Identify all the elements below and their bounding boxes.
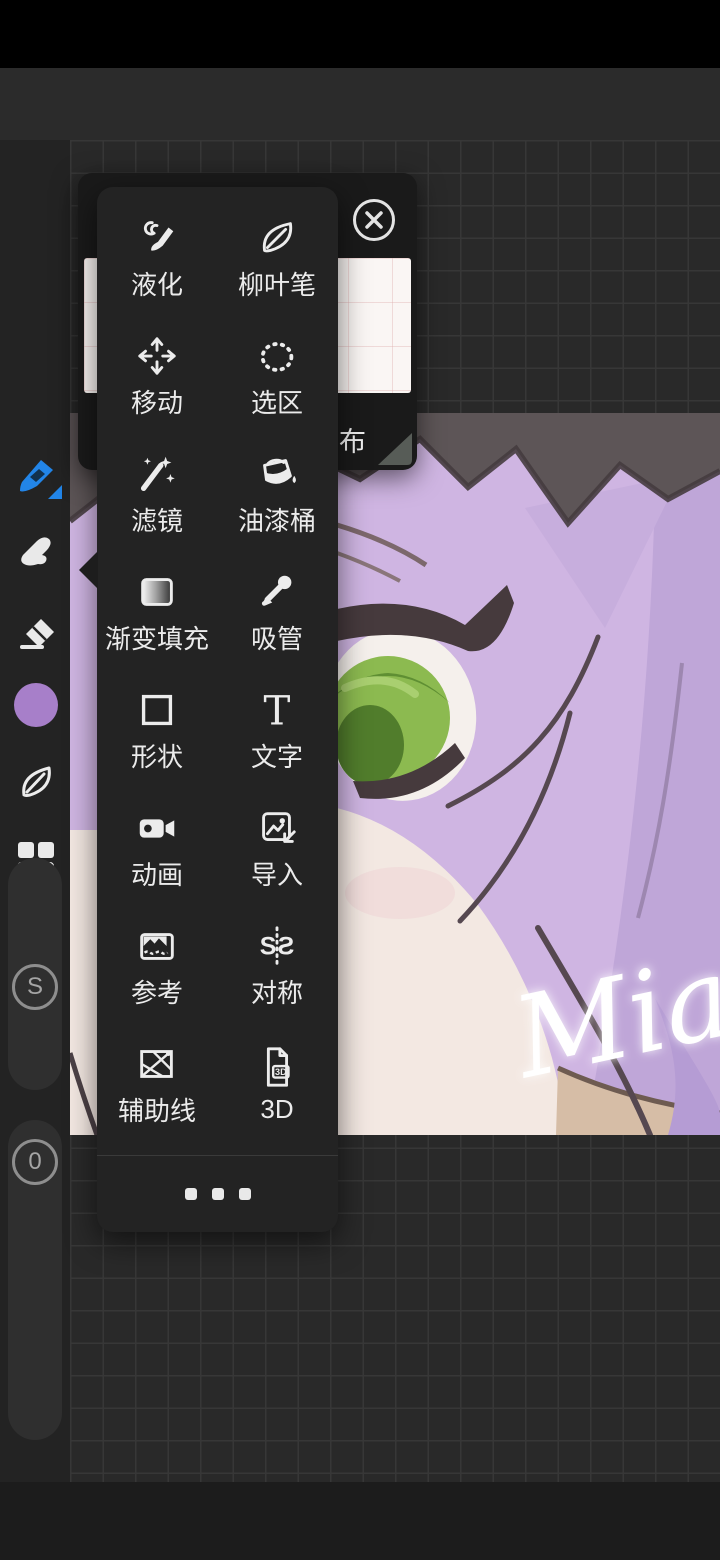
smudge-finger-icon [21, 537, 51, 566]
eraser-icon [20, 619, 54, 649]
android-nav-bar [0, 1482, 720, 1560]
tool-selection[interactable]: 选区 [217, 317, 337, 435]
tool-eyedropper[interactable]: 吸管 [217, 553, 337, 671]
close-tools-button[interactable] [353, 199, 395, 241]
tool-label: 液化 [130, 269, 183, 300]
leaf-icon [22, 766, 51, 797]
tool-3d[interactable]: 3D 3D [217, 1025, 337, 1143]
import-image-icon [262, 811, 296, 843]
liquify-brush-icon [143, 220, 174, 251]
move-arrows-icon [138, 336, 176, 375]
more-tools-button[interactable] [97, 1156, 338, 1232]
shape-square-icon [141, 694, 173, 725]
sidebar-item-leaf-pen[interactable] [12, 758, 60, 806]
text-tool-icon: T [264, 688, 291, 733]
tool-liquify[interactable]: 液化 [97, 199, 217, 317]
tool-import[interactable]: 导入 [217, 789, 337, 907]
tool-guide-lines[interactable]: 辅助线 [97, 1025, 217, 1143]
sidebar-item-eraser[interactable] [12, 608, 60, 656]
opacity-label: 0 [28, 1148, 42, 1175]
symmetry-icon: S S [260, 925, 295, 966]
tool-label: 柳叶笔 [237, 269, 316, 300]
tool-move[interactable]: 移动 [97, 317, 217, 435]
tool-gradient-fill[interactable]: 渐变填充 [97, 553, 217, 671]
popup-anchor-arrow [79, 551, 98, 589]
tool-label: 移动 [130, 387, 183, 418]
tool-label: 选区 [250, 387, 303, 418]
tool-shape[interactable]: 形状 [97, 671, 217, 789]
tool-label: 文字 [250, 741, 303, 772]
guide-lines-icon [140, 1049, 173, 1078]
tool-label: 对称 [250, 977, 303, 1008]
opacity-knob[interactable]: 0 [12, 1139, 58, 1185]
tool-text[interactable]: T 文字 [217, 671, 337, 789]
reference-image-icon [140, 932, 174, 960]
circle-x-icon [365, 211, 383, 229]
sidebar-item-smudge[interactable] [12, 528, 60, 576]
tool-reference[interactable]: 参考 [97, 907, 217, 1025]
gradient-fill-icon [141, 577, 173, 606]
svg-text:T: T [264, 688, 291, 733]
ellipsis-dots-icon [238, 1188, 251, 1200]
brush-submenu-indicator [48, 485, 62, 499]
tool-animation[interactable]: 动画 [97, 789, 217, 907]
tools-popup: 液化 柳叶笔 移动 选区 滤镜 油漆桶 渐变填充 吸管 形状 T 文字 动画 导… [79, 187, 338, 1232]
magic-wand-icon [140, 456, 175, 491]
tool-willow-leaf-pen[interactable]: 柳叶笔 [217, 199, 337, 317]
top-toolbar [0, 68, 720, 196]
selection-dashed-icon [260, 341, 294, 372]
sidebar-item-color-swatch[interactable] [14, 683, 58, 727]
tool-label: 辅助线 [117, 1095, 196, 1126]
tool-label: 吸管 [250, 623, 303, 654]
tool-sidebar: S 0 [0, 140, 70, 1482]
ellipsis-dots-icon [211, 1188, 224, 1200]
tool-label: 3D [260, 1093, 294, 1124]
tool-label: 油漆桶 [237, 505, 316, 536]
tool-grid: 液化 柳叶笔 移动 选区 滤镜 油漆桶 渐变填充 吸管 形状 T 文字 动画 导… [97, 199, 338, 1143]
svg-text:3D: 3D [275, 1067, 287, 1077]
svg-text:S: S [260, 932, 277, 960]
svg-text:S: S [278, 932, 295, 960]
paint-bucket-icon [263, 458, 296, 484]
tool-label: 渐变填充 [104, 623, 209, 654]
tool-filter[interactable]: 滤镜 [97, 435, 217, 553]
ellipsis-dots-icon [184, 1188, 197, 1200]
page-fold-icon [378, 433, 412, 465]
status-bar [0, 0, 720, 68]
tool-symmetry[interactable]: S S 对称 [217, 907, 337, 1025]
tool-label: 滤镜 [130, 505, 183, 536]
tool-label: 导入 [250, 859, 303, 890]
tool-label: 动画 [130, 859, 183, 890]
threed-file-icon: 3D [266, 1046, 290, 1087]
brush-size-knob[interactable]: S [12, 964, 58, 1010]
eyedropper-icon [261, 575, 292, 606]
app-screen: Mia Mia S 0 画布 液化 柳叶笔 移动 选区 滤镜 油漆桶 渐变填充 … [0, 0, 720, 1560]
brush-size-label: S [26, 973, 43, 1000]
tool-label: 形状 [130, 741, 183, 772]
tool-paint-bucket[interactable]: 油漆桶 [217, 435, 337, 553]
video-camera-icon [139, 818, 175, 838]
tool-label: 参考 [130, 977, 183, 1008]
willow-leaf-pen-icon [262, 221, 293, 252]
